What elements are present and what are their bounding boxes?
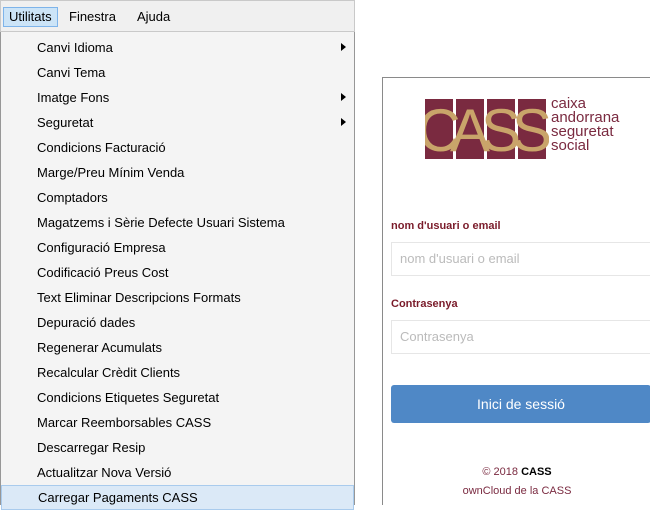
submenu-arrow-icon xyxy=(341,43,346,51)
menu-item-condicions-facturacio[interactable]: Condicions Facturació xyxy=(1,135,354,160)
menu-item-regenerar-acumulats[interactable]: Regenerar Acumulats xyxy=(1,335,354,360)
menu-item-label: Comptadors xyxy=(37,190,108,205)
menu-item-configuracio-empresa[interactable]: Configuració Empresa xyxy=(1,235,354,260)
menu-item-condicions-etiquetes-seguretat[interactable]: Condicions Etiquetes Seguretat xyxy=(1,385,354,410)
menu-item-label: Actualitzar Nova Versió xyxy=(37,465,172,480)
username-input[interactable]: nom d'usuari o email xyxy=(391,242,650,276)
username-label: nom d'usuari o email xyxy=(391,220,501,232)
menu-item-descarregar-resip[interactable]: Descarregar Resip xyxy=(1,435,354,460)
menu-item-actualitzar-nova-versio[interactable]: Actualitzar Nova Versió xyxy=(1,460,354,485)
menu-item-label: Depuració dades xyxy=(37,315,136,330)
menu-item-label: Magatzems i Sèrie Defecte Usuari Sistema xyxy=(37,215,285,230)
menu-item-label: Codificació Preus Cost xyxy=(37,265,169,280)
cass-logo-letters: C A S S xyxy=(417,97,552,164)
menu-item-comptadors[interactable]: Comptadors xyxy=(1,185,354,210)
menu-item-canvi-idioma[interactable]: Canvi Idioma xyxy=(1,35,354,60)
menu-item-canvi-tema[interactable]: Canvi Tema xyxy=(1,60,354,85)
menu-item-label: Carregar Pagaments CASS xyxy=(38,490,198,505)
footer-brand: CASS xyxy=(521,466,552,478)
menu-item-label: Seguretat xyxy=(37,115,94,130)
svg-text:S: S xyxy=(512,97,549,161)
cass-logo-wordmark: caixa andorrana seguretat social xyxy=(551,96,650,154)
footer-copyright-year: © 2018 xyxy=(482,466,518,478)
menu-item-seguretat[interactable]: Seguretat xyxy=(1,110,354,135)
menu-item-label: Canvi Tema xyxy=(37,65,106,80)
menu-item-imatge-fons[interactable]: Imatge Fons xyxy=(1,85,354,110)
utilitats-dropdown: Canvi Idioma Canvi Tema Imatge Fons Seguret… xyxy=(0,32,355,510)
menu-ajuda[interactable]: Ajuda xyxy=(132,7,175,27)
menu-finestra[interactable]: Finestra xyxy=(64,7,121,27)
menu-item-marge-preu-minim-venda[interactable]: Marge/Preu Mínim Venda xyxy=(1,160,354,185)
login-button[interactable]: Inici de sessió xyxy=(391,385,650,423)
menu-utilitats[interactable]: Utilitats xyxy=(3,7,58,27)
application-menu: Utilitats Finestra Ajuda Canvi Idioma Can… xyxy=(0,0,355,510)
menu-item-label: Condicions Etiquetes Seguretat xyxy=(37,390,220,405)
menu-item-label: Configuració Empresa xyxy=(37,240,166,255)
menu-bar: Utilitats Finestra Ajuda xyxy=(0,0,355,32)
menu-item-label: Regenerar Acumulats xyxy=(37,340,163,355)
menu-item-marcar-reemborsables-cass[interactable]: Marcar Reemborsables CASS xyxy=(1,410,354,435)
menu-item-label: Recalcular Crèdit Clients xyxy=(37,365,181,380)
cass-logo: C A S S caixa andorrana seguretat social xyxy=(417,96,645,164)
password-label: Contrasenya xyxy=(391,298,458,310)
password-input[interactable]: Contrasenya xyxy=(391,320,650,354)
submenu-arrow-icon xyxy=(341,93,346,101)
menu-item-text-eliminar-descripcions-formats[interactable]: Text Eliminar Descripcions Formats xyxy=(1,285,354,310)
menu-item-label: Imatge Fons xyxy=(37,90,110,105)
menu-item-magatzems-i-serie-defecte-usuari-sistema[interactable]: Magatzems i Sèrie Defecte Usuari Sistema xyxy=(1,210,354,235)
menu-item-label: Descarregar Resip xyxy=(37,440,146,455)
menu-item-label: Marcar Reemborsables CASS xyxy=(37,415,212,430)
menu-item-label: Marge/Preu Mínim Venda xyxy=(37,165,185,180)
menu-item-label: Canvi Idioma xyxy=(37,40,113,55)
logo-line: social xyxy=(551,137,590,154)
menu-item-label: Text Eliminar Descripcions Formats xyxy=(37,290,241,305)
submenu-arrow-icon xyxy=(341,118,346,126)
cass-login-panel: C A S S caixa andorrana seguretat social… xyxy=(382,77,650,505)
menu-item-label: Condicions Facturació xyxy=(37,140,166,155)
menu-item-recalcular-credit-clients[interactable]: Recalcular Crèdit Clients xyxy=(1,360,354,385)
menu-item-codificacio-preus-cost[interactable]: Codificació Preus Cost xyxy=(1,260,354,285)
menu-item-depuracio-dades[interactable]: Depuració dades xyxy=(1,310,354,335)
menu-item-carregar-pagaments-cass[interactable]: Carregar Pagaments CASS xyxy=(1,485,354,510)
footer-owncloud-link[interactable]: ownCloud de la CASS xyxy=(383,485,650,497)
footer-copyright: © 2018 CASS xyxy=(383,466,650,478)
